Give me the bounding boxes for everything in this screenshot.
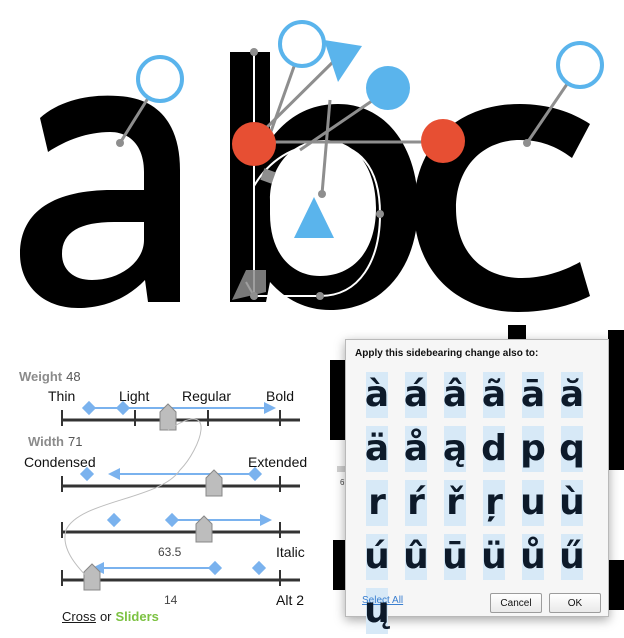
weight-stop-light: Light bbox=[119, 388, 150, 404]
italic-value: 63.5 bbox=[158, 545, 182, 559]
width-stop-condensed: Condensed bbox=[24, 454, 96, 470]
glyph-cell[interactable]: r bbox=[358, 476, 396, 530]
alt-label: Alt 2 bbox=[276, 592, 305, 608]
glyph-cell[interactable]: ā bbox=[514, 368, 552, 422]
glyph-cell[interactable]: q bbox=[553, 422, 591, 476]
weight-stop-regular: Regular bbox=[182, 388, 232, 404]
cross-link[interactable]: Cross bbox=[62, 609, 96, 624]
italic-label: Italic bbox=[276, 544, 305, 560]
glyph-cell[interactable]: p bbox=[514, 422, 552, 476]
sidebearing-dialog: Apply this sidebearing change also to: à… bbox=[345, 339, 609, 634]
glyph-cell[interactable]: ű bbox=[553, 530, 591, 584]
alt-slider[interactable] bbox=[61, 560, 300, 591]
glyph-cell[interactable]: û bbox=[397, 530, 435, 584]
handle-triangle-down[interactable] bbox=[324, 40, 362, 82]
weight-axis-title: Weight 48 bbox=[19, 369, 81, 384]
weight-slider[interactable] bbox=[61, 400, 300, 431]
width-slider[interactable] bbox=[61, 466, 300, 497]
dialog-title: Apply this sidebearing change also to: bbox=[355, 348, 539, 359]
italic-slider[interactable] bbox=[61, 512, 300, 543]
glyph-cell[interactable]: ù bbox=[553, 476, 591, 530]
handle-circle-open-c[interactable] bbox=[556, 41, 604, 89]
glyph-cell[interactable]: ů bbox=[514, 530, 552, 584]
glyph-cell[interactable]: ã bbox=[475, 368, 513, 422]
weight-stop-bold: Bold bbox=[266, 388, 295, 404]
weight-stop-thin: Thin bbox=[48, 388, 76, 404]
letter-a bbox=[20, 95, 180, 308]
glyph-cell[interactable]: â bbox=[436, 368, 474, 422]
glyph-cell[interactable]: u bbox=[514, 476, 552, 530]
handle-circle-red-right[interactable] bbox=[421, 119, 465, 163]
mode-links: Cross or Sliders bbox=[62, 609, 159, 624]
glyph-cell[interactable]: ü bbox=[475, 530, 513, 584]
or-text: or bbox=[99, 609, 112, 624]
handle-circle-open-a[interactable] bbox=[136, 55, 184, 103]
glyph-cell[interactable]: ū bbox=[436, 530, 474, 584]
glyph-cell[interactable]: å bbox=[397, 422, 435, 476]
glyph-cell[interactable]: à bbox=[358, 368, 396, 422]
glyph-cell[interactable]: d bbox=[475, 422, 513, 476]
width-stop-extended: Extended bbox=[248, 454, 308, 470]
glyph-cell[interactable]: ų bbox=[358, 584, 396, 638]
fragment-marker bbox=[337, 466, 345, 472]
glyph-cell[interactable]: ŗ bbox=[475, 476, 513, 530]
ok-button[interactable]: OK bbox=[549, 593, 601, 613]
glyph-cell[interactable]: ă bbox=[553, 368, 591, 422]
weight-axis-value: 48 bbox=[66, 369, 81, 384]
width-axis-title: Width 71 bbox=[28, 434, 83, 449]
handle-circle-filled-blue[interactable] bbox=[366, 66, 410, 110]
glyph-cell[interactable]: ä bbox=[358, 422, 396, 476]
cancel-button[interactable]: Cancel bbox=[490, 593, 542, 613]
glyph-cell[interactable]: á bbox=[397, 368, 435, 422]
handle-circle-red-left[interactable] bbox=[232, 122, 276, 166]
glyph-cell[interactable]: ŕ bbox=[397, 476, 435, 530]
glyph-cell[interactable]: ř bbox=[436, 476, 474, 530]
width-axis-value: 71 bbox=[67, 434, 83, 449]
handle-triangle-up[interactable] bbox=[294, 197, 334, 238]
sliders-link[interactable]: Sliders bbox=[116, 609, 159, 624]
glyph-cell[interactable]: ú bbox=[358, 530, 396, 584]
glyph-cell[interactable]: ą bbox=[436, 422, 474, 476]
handle-circle-open-b[interactable] bbox=[278, 20, 326, 68]
alt-value: 14 bbox=[164, 593, 178, 607]
